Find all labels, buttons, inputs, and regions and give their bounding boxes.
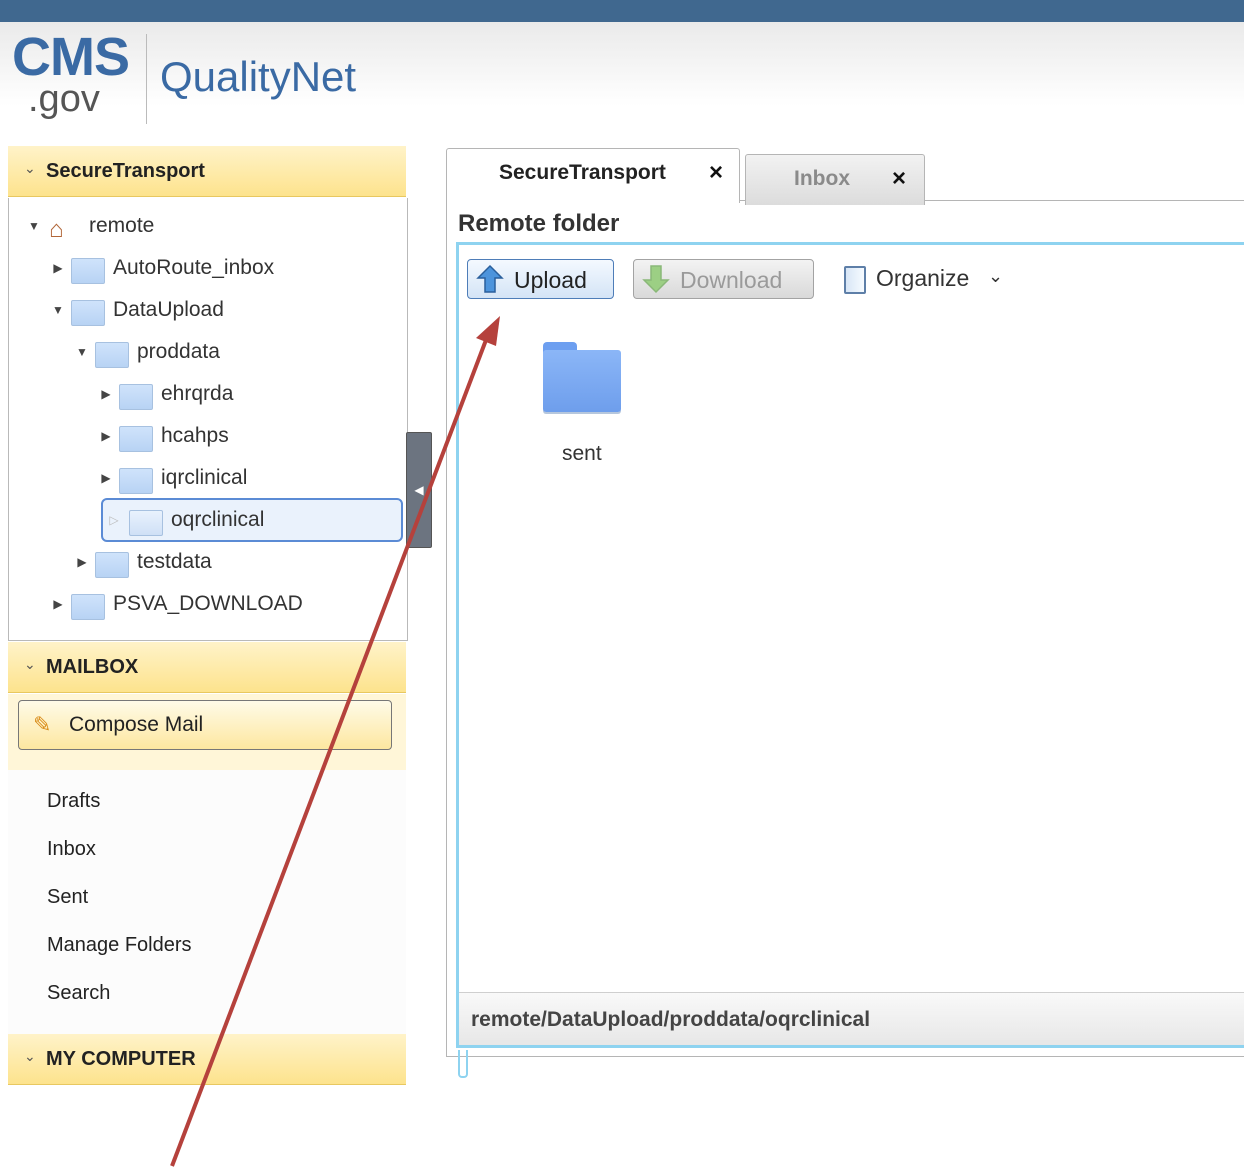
mailbox-item-sent[interactable]: Sent — [47, 886, 88, 909]
download-button[interactable]: Download — [633, 259, 814, 299]
book-icon — [844, 266, 866, 294]
tree-node-psva-download[interactable]: ▶ PSVA_DOWNLOAD — [51, 586, 391, 622]
section-title: SecureTransport — [46, 160, 205, 182]
button-label: Download — [680, 267, 783, 293]
section-title: MAILBOX — [46, 656, 139, 678]
collapsed-triangle-icon[interactable]: ▶ — [51, 250, 65, 286]
folder-icon — [95, 342, 129, 368]
folder-label[interactable]: sent — [562, 442, 602, 466]
mailbox-item-inbox[interactable]: Inbox — [47, 838, 96, 861]
tab-securetransport[interactable]: SecureTransport × — [446, 148, 740, 203]
tree-node-label: oqrclinical — [171, 508, 265, 531]
close-icon[interactable]: × — [709, 159, 723, 187]
folder-icon — [71, 258, 105, 284]
top-bar — [0, 0, 1244, 22]
tree-node-label: testdata — [137, 550, 212, 573]
close-icon[interactable]: × — [892, 165, 906, 193]
logo-gov: .gov — [28, 78, 100, 120]
tree-node-label: ehrqrda — [161, 382, 234, 405]
tree-node-proddata[interactable]: ▼ proddata — [75, 334, 375, 370]
chevron-down-icon: ⌄ — [24, 1048, 36, 1064]
chevron-down-icon: ⌄ — [24, 656, 36, 672]
mailbox-item-search[interactable]: Search — [47, 982, 110, 1005]
collapsed-triangle-icon[interactable]: ▶ — [99, 460, 113, 496]
open-folder-icon — [129, 510, 163, 536]
tree-node-label: hcahps — [161, 424, 229, 447]
tree-node-hcahps[interactable]: ▶ hcahps — [99, 418, 389, 454]
folder-icon — [119, 384, 153, 410]
tree-node-autoroute-inbox[interactable]: ▶ AutoRoute_inbox — [51, 250, 351, 286]
download-arrow-icon — [642, 265, 670, 294]
folder-icon — [119, 468, 153, 494]
tree-node-label: DataUpload — [113, 298, 224, 321]
logo-cms: CMS — [12, 27, 130, 87]
mailbox-item-manage-folders[interactable]: Manage Folders — [47, 934, 192, 957]
expanded-triangle-icon[interactable]: ▼ — [75, 334, 89, 370]
upload-arrow-icon — [476, 264, 504, 293]
chevron-down-icon: ⌄ — [24, 160, 36, 176]
folder-icon — [71, 594, 105, 620]
tab-label: Inbox — [794, 167, 850, 190]
compose-mail-button[interactable]: ✎ Compose Mail — [18, 700, 392, 750]
compose-label: Compose Mail — [69, 713, 204, 736]
tree-node-remote[interactable]: ▼ ⌂ remote — [27, 208, 327, 244]
collapsed-triangle-icon[interactable]: ▷ — [107, 500, 121, 540]
tree-node-iqrclinical[interactable]: ▶ iqrclinical — [99, 460, 389, 496]
current-path: remote/DataUpload/proddata/oqrclinical — [471, 1008, 871, 1031]
collapsed-triangle-icon[interactable]: ▶ — [51, 586, 65, 622]
my-computer-section-header[interactable]: ⌄ MY COMPUTER — [8, 1034, 406, 1085]
upload-button[interactable]: Upload — [467, 259, 614, 299]
folder-icon — [119, 426, 153, 452]
panel-collapse-handle[interactable]: ◀ — [406, 432, 432, 548]
tree-node-ehrqrda[interactable]: ▶ ehrqrda — [99, 376, 389, 412]
organize-label: Organize — [876, 265, 970, 291]
mailbox-item-drafts[interactable]: Drafts — [47, 790, 100, 813]
tree-node-label: proddata — [137, 340, 220, 363]
path-bar: remote/DataUpload/proddata/oqrclinical — [459, 992, 1244, 1045]
expanded-triangle-icon[interactable]: ▼ — [51, 292, 65, 328]
securetransport-section-header[interactable]: ⌄ SecureTransport — [8, 146, 406, 197]
tab-inbox[interactable]: Inbox × — [745, 154, 925, 205]
tree-node-label: PSVA_DOWNLOAD — [113, 592, 303, 615]
folder-tree: ▼ ⌂ remote ▶ AutoRoute_inbox ▼ DataUploa… — [8, 198, 408, 641]
tab-label: SecureTransport — [499, 161, 666, 184]
folder-icon — [95, 552, 129, 578]
tree-node-oqrclinical-selected[interactable]: ▷ oqrclinical — [101, 498, 403, 542]
tree-node-dataupload[interactable]: ▼ DataUpload — [51, 292, 351, 328]
tree-node-label: AutoRoute_inbox — [113, 256, 275, 279]
mailbox-section-header[interactable]: ⌄ MAILBOX — [8, 642, 406, 693]
folder-icon — [71, 300, 105, 326]
chevron-down-icon: ⌄ — [988, 266, 1004, 286]
home-icon: ⌂ — [49, 216, 64, 243]
section-title: MY COMPUTER — [46, 1048, 196, 1070]
folder-sent[interactable] — [543, 342, 621, 412]
collapsed-triangle-icon[interactable]: ▶ — [99, 418, 113, 454]
site-header: CMS .gov QualityNet — [0, 22, 1244, 142]
logo-qualitynet: QualityNet — [160, 53, 357, 100]
pencil-icon: ✎ — [33, 712, 52, 737]
collapsed-triangle-icon[interactable]: ▶ — [75, 544, 89, 580]
expanded-triangle-icon[interactable]: ▼ — [27, 208, 41, 244]
tree-node-label: iqrclinical — [161, 466, 248, 489]
panel-title: Remote folder — [458, 210, 620, 237]
tree-node-label: remote — [89, 214, 155, 237]
frame-resize-handle — [458, 1050, 468, 1078]
collapsed-triangle-icon[interactable]: ▶ — [99, 376, 113, 412]
button-label: Upload — [514, 267, 587, 293]
logo-divider — [146, 34, 147, 124]
tree-node-testdata[interactable]: ▶ testdata — [75, 544, 375, 580]
